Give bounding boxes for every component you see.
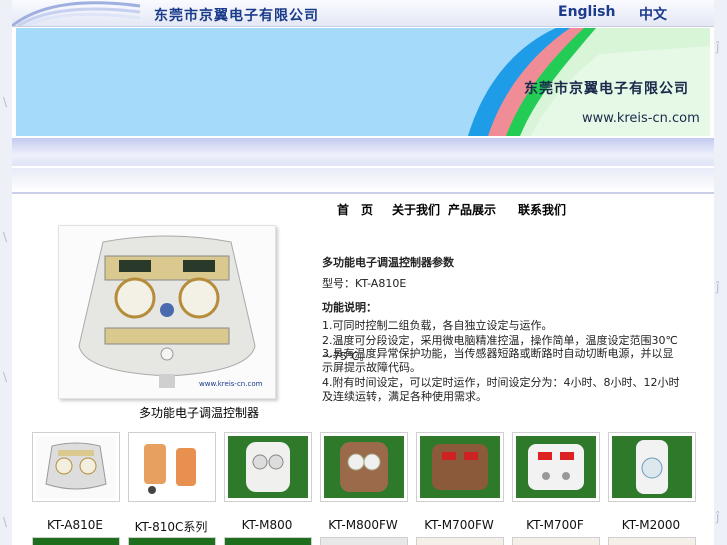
watermark-letter: ĵ [716, 280, 720, 294]
photo-url-text: www.kreis-cn.com [199, 380, 263, 388]
nav-item-home[interactable]: 首 页 [337, 201, 373, 218]
thumbnail-label[interactable]: KT-M700FW [411, 518, 507, 532]
product-model: 型号：KT-A810E [322, 277, 407, 290]
product-thumbnail[interactable] [128, 432, 216, 502]
thumbnail-label[interactable]: KT-M800 [219, 518, 315, 532]
watermark-letter: ĵ [716, 40, 720, 54]
product-thumbnail[interactable] [416, 432, 504, 502]
thumbnail-label[interactable]: KT-810C系列 [123, 518, 219, 535]
thumbnail-image [612, 436, 692, 498]
product-heading: 多功能电子调温控制器参数 [322, 256, 454, 269]
thumbnail-image [228, 436, 308, 498]
product-thumbnail[interactable] [320, 537, 408, 545]
product-thumbnail[interactable] [608, 432, 696, 502]
nav-item-contact[interactable]: 联系我们 [518, 201, 566, 218]
watermark-letter: \ [3, 95, 8, 109]
banner-company-name: 东莞市京翼电子有限公司 [524, 81, 689, 97]
product-thumbnail[interactable] [128, 537, 216, 545]
thumbnail-label[interactable]: KT-M700F [507, 518, 603, 532]
feature-item: 3.具有温度异常保护功能，当传感器短路或断路时自动切断电源，并以显示屏提示故障代… [322, 347, 674, 374]
thumbnail-label[interactable]: KT-A810E [27, 518, 123, 532]
product-thumbnail[interactable] [320, 432, 408, 502]
product-caption: 多功能电子调温控制器 [139, 406, 260, 420]
product-thumbnail[interactable] [608, 537, 696, 545]
watermark-letter: \ [3, 515, 8, 529]
nav-item-about[interactable]: 关于我们 [392, 201, 440, 218]
thumbnail-image [132, 436, 212, 498]
decorative-band [12, 168, 714, 192]
english-link[interactable]: English [558, 4, 615, 20]
banner-url: www.kreis-cn.com [582, 111, 700, 126]
product-thumbnail[interactable] [416, 537, 504, 545]
swirl-logo-icon [12, 1, 141, 26]
product-thumbnail[interactable] [224, 432, 312, 502]
thumbnail-image [420, 436, 500, 498]
feature-item: 4.附有时间设定，可以定时运作，时间设定分为：4小时、8小时、12小时及连续运转… [322, 376, 680, 403]
thumbnail-image [36, 436, 116, 498]
features-title: 功能说明： [322, 301, 377, 314]
watermark-letter: \ [3, 370, 8, 384]
chinese-link[interactable]: 中文 [639, 4, 667, 24]
product-thumbnail[interactable] [32, 537, 120, 545]
top-bar: 东莞市京翼电子有限公司 English 中文 [12, 0, 714, 27]
product-thumbnail[interactable] [224, 537, 312, 545]
watermark-letter: \ [3, 230, 8, 244]
header-banner: 东莞市京翼电子有限公司 www.kreis-cn.com [16, 28, 710, 136]
feature-item: 1.可同时控制二组负载，各自独立设定与运作。 [322, 319, 553, 332]
thumbnail-image [324, 436, 404, 498]
nav-item-products[interactable]: 产品展示 [448, 201, 496, 218]
product-thumbnail[interactable] [512, 537, 600, 545]
thumbnail-image [516, 436, 596, 498]
thumbnail-label[interactable]: KT-M2000 [603, 518, 699, 532]
divider [12, 192, 714, 194]
controller-image: www.kreis-cn.com [78, 235, 263, 388]
product-thumbnail[interactable] [32, 432, 120, 502]
company-name: 东莞市京翼电子有限公司 [154, 8, 319, 24]
product-thumbnail[interactable] [512, 432, 600, 502]
watermark-letter: ĵ [716, 510, 720, 524]
thumbnail-label[interactable]: KT-M800FW [315, 518, 411, 532]
decorative-band [12, 138, 714, 166]
page-container: 东莞市京翼电子有限公司 English 中文 东莞市京翼电子有限公司 www.k… [12, 0, 714, 545]
product-photo[interactable]: www.kreis-cn.com [58, 225, 276, 399]
